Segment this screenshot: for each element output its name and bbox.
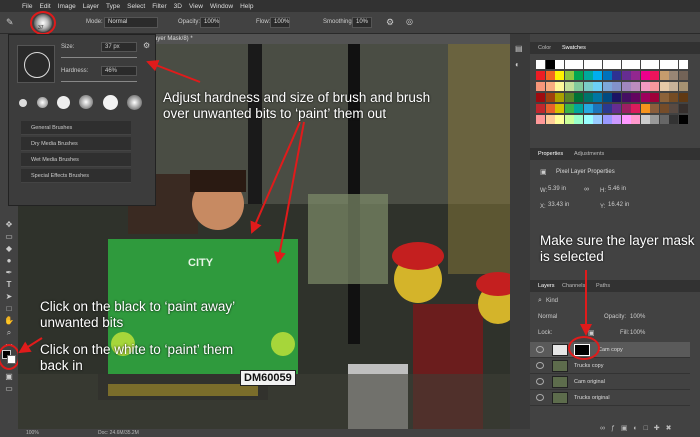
annotation-white-paint-back: Click on the white to ‘paint’ them back …: [40, 342, 234, 373]
arrow-to-brush-picker: [146, 59, 201, 83]
annotation-select-mask: Make sure the layer mask is selected: [540, 233, 695, 264]
arrow-to-color-swatch: [18, 337, 43, 354]
annotation-black-paint-away: Click on the black to ‘paint away’ unwan…: [40, 299, 235, 330]
annotation-adjust-brush: Adjust hardness and size of brush and br…: [163, 90, 431, 121]
